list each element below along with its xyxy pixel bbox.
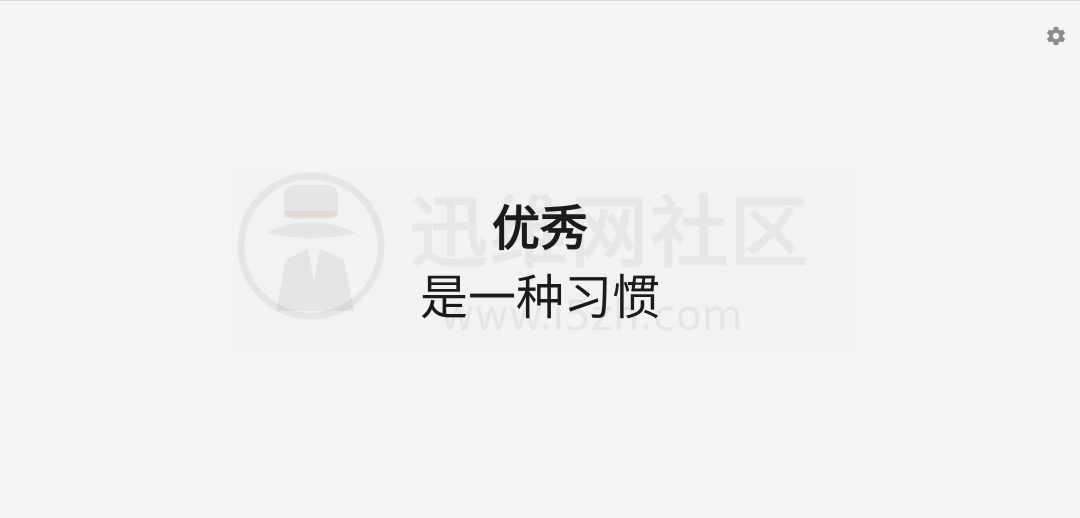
quote-line-2: 是一种习惯 [419, 270, 660, 326]
gear-icon [1045, 25, 1067, 47]
quote-line-1: 优秀 [491, 201, 588, 257]
settings-button[interactable] [1045, 25, 1067, 47]
page: 迅维网社区 www.i5zh.com 优秀 是一种习惯 [0, 0, 1080, 518]
